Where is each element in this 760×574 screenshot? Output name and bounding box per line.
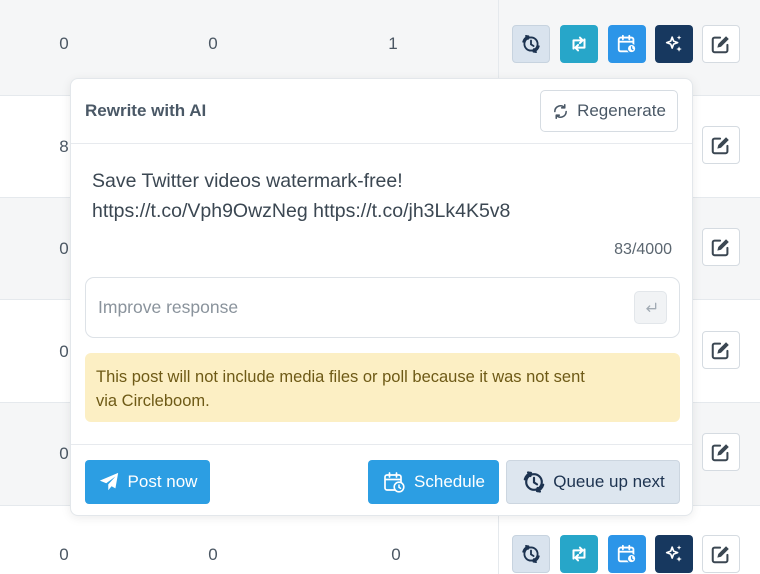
- queue-up-next-button[interactable]: Queue up next: [506, 460, 680, 504]
- warning-text: via Circleboom.: [96, 392, 210, 410]
- schedule-icon-button[interactable]: [608, 25, 646, 63]
- ai-rewrite-button[interactable]: [655, 25, 693, 63]
- table-cell: 0: [59, 545, 69, 564]
- queue-clock-icon: [521, 469, 547, 495]
- schedule-icon-button[interactable]: [608, 535, 646, 573]
- refresh-icon: [554, 103, 568, 119]
- calendar-clock-icon: [384, 472, 405, 493]
- table-row: 0 0 0: [0, 506, 760, 574]
- retweet-button[interactable]: [560, 535, 598, 573]
- sparkles-icon: [663, 543, 685, 565]
- table-cell: 0: [59, 342, 69, 361]
- edit-icon: [710, 543, 732, 565]
- edit-icon: [710, 441, 732, 463]
- retweet-icon: [568, 543, 590, 565]
- queue-clock-icon: [520, 543, 542, 565]
- warning-text: This post will not include media files o…: [96, 368, 585, 386]
- improve-response-input[interactable]: Improve response: [85, 277, 680, 338]
- regenerate-label: Regenerate: [577, 101, 666, 120]
- edit-button[interactable]: [702, 331, 740, 369]
- calendar-clock-icon: [616, 543, 638, 565]
- edit-button[interactable]: [702, 25, 740, 63]
- regenerate-button[interactable]: Regenerate: [540, 90, 678, 132]
- ai-rewrite-button[interactable]: [655, 535, 693, 573]
- edit-button[interactable]: [702, 433, 740, 471]
- calendar-clock-icon: [616, 33, 638, 55]
- table-cell: 8: [59, 137, 69, 156]
- table-cell: 0: [59, 239, 69, 258]
- submit-improve-button[interactable]: [634, 291, 667, 324]
- queue-clock-icon: [520, 33, 542, 55]
- queue-label: Queue up next: [553, 472, 665, 491]
- rewrite-ai-popover: Rewrite with AI Regenerate Save Twitter …: [70, 78, 693, 516]
- post-now-label: Post now: [127, 472, 198, 491]
- send-icon: [99, 472, 118, 491]
- table-cell: 0: [208, 545, 218, 564]
- queue-button[interactable]: [512, 535, 550, 573]
- table-cell: 0: [59, 34, 69, 53]
- post-text-line: https://t.co/Vph9OwzNeg https://t.co/jh3…: [92, 200, 511, 222]
- column-divider: [498, 506, 499, 574]
- popover-header: Rewrite with AI Regenerate: [71, 79, 692, 144]
- edit-button[interactable]: [702, 228, 740, 266]
- retweet-icon: [568, 33, 590, 55]
- enter-icon: [645, 302, 656, 312]
- popover-title: Rewrite with AI: [85, 101, 207, 120]
- table-cell: 1: [388, 34, 398, 53]
- edit-icon: [710, 236, 732, 258]
- table-cell: 0: [208, 34, 218, 53]
- table-cell: 0: [391, 545, 401, 564]
- table-cell: 0: [59, 444, 69, 463]
- edit-button[interactable]: [702, 126, 740, 164]
- edit-icon: [710, 33, 732, 55]
- character-counter: 83/4000: [614, 241, 672, 258]
- footer-divider: [71, 444, 692, 445]
- edit-icon: [710, 339, 732, 361]
- edit-icon: [710, 134, 732, 156]
- schedule-button[interactable]: Schedule: [368, 460, 499, 504]
- improve-response-placeholder: Improve response: [98, 297, 239, 317]
- sparkles-icon: [663, 33, 685, 55]
- schedule-label: Schedule: [414, 472, 485, 491]
- retweet-button[interactable]: [560, 25, 598, 63]
- post-now-button[interactable]: Post now: [85, 460, 210, 504]
- post-text-line: Save Twitter videos watermark-free!: [92, 170, 403, 192]
- queue-button[interactable]: [512, 25, 550, 63]
- media-warning-alert: This post will not include media files o…: [85, 353, 680, 422]
- edit-button[interactable]: [702, 535, 740, 573]
- generated-post-text[interactable]: Save Twitter videos watermark-free! http…: [92, 166, 652, 226]
